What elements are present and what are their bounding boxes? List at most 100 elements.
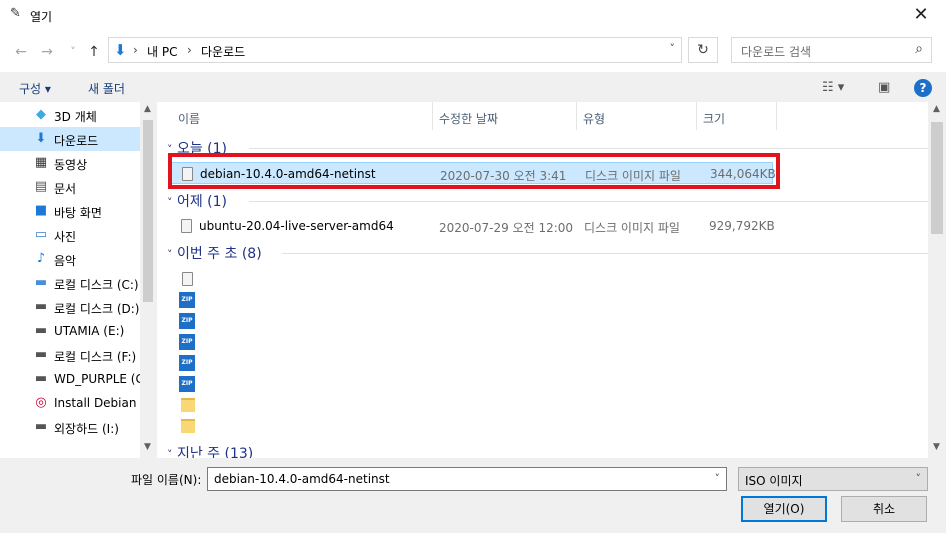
sidebar-item[interactable]: ▦ 동영상 xyxy=(0,151,140,175)
group-label: 이번 주 초 (8) xyxy=(176,246,262,262)
breadcrumb-separator[interactable]: › xyxy=(133,43,138,57)
column-header-date[interactable]: 수정한 날짜 xyxy=(439,110,498,127)
table-row[interactable]: ubuntu-20.04-live-server-amd64 2020-07-2… xyxy=(171,215,775,237)
preview-pane-icon[interactable]: ▣ xyxy=(878,80,890,95)
search-box[interactable]: 다운로드 검색 ⌕ xyxy=(731,37,932,63)
group-header-yesterday[interactable]: ˅ 어제 (1) xyxy=(167,191,227,211)
debian-icon: ◎ xyxy=(35,395,47,410)
column-header-type[interactable]: 유형 xyxy=(583,110,605,127)
command-bar xyxy=(0,72,946,102)
document-icon: ▤ xyxy=(34,179,48,194)
sidebar-item-label: 로컬 디스크 (D:) xyxy=(54,302,140,316)
sidebar-item[interactable]: ◆ 3D 개체 xyxy=(0,103,140,127)
sidebar-item[interactable]: ⬇ 다운로드 xyxy=(0,127,140,151)
sidebar-item-label: 바탕 화면 xyxy=(54,206,102,220)
new-folder-button[interactable]: 새 폴더 xyxy=(88,80,125,97)
group-divider xyxy=(282,253,928,254)
column-divider[interactable] xyxy=(576,102,577,130)
group-label: 지난 주 (13) xyxy=(176,446,254,458)
help-icon[interactable]: ? xyxy=(914,79,932,97)
address-dropdown-icon[interactable]: ˅ xyxy=(670,42,676,55)
sidebar-item[interactable]: ▭ 사진 xyxy=(0,223,140,247)
sidebar-item-label: 로컬 디스크 (F:) xyxy=(54,350,137,364)
download-folder-icon: ⬇ xyxy=(114,41,127,59)
film-icon: ▦ xyxy=(34,155,48,170)
sidebar-item[interactable]: ▬ 로컬 디스크 (D:) xyxy=(0,295,140,319)
pen-icon: ✎ xyxy=(10,6,21,21)
chevron-down-icon[interactable]: ˅ xyxy=(916,472,922,485)
picture-icon: ▭ xyxy=(34,227,48,242)
drive-icon: ▬ xyxy=(34,419,48,434)
refresh-button[interactable]: ↻ xyxy=(688,37,718,63)
filetype-value: ISO 이미지 xyxy=(745,474,803,488)
organize-button[interactable]: 구성 ▾ xyxy=(19,80,51,97)
breadcrumb-separator[interactable]: › xyxy=(187,43,192,57)
desktop-icon: ■ xyxy=(34,203,48,218)
close-button[interactable]: ✕ xyxy=(906,2,936,28)
group-label: 어제 (1) xyxy=(176,194,227,210)
navigation-pane[interactable]: ◆ 3D 개체 ⬇ 다운로드 ▦ 동영상 ▤ 문서 ■ 바탕 화면 ▭ 사진 ♪ 음악 ▬ 로컬 디스크 (C… xyxy=(0,102,156,458)
sidebar-item[interactable]: ▬ 로컬 디스크 (C:) xyxy=(0,271,140,295)
up-button[interactable]: ↑ xyxy=(83,42,105,62)
search-input[interactable]: 다운로드 검색 xyxy=(741,43,811,60)
recent-dropdown-icon[interactable]: ˅ xyxy=(62,42,84,62)
drive-icon: ▬ xyxy=(34,371,48,386)
back-button[interactable]: ← xyxy=(10,42,32,62)
breadcrumb-this-pc[interactable]: 내 PC xyxy=(147,43,177,60)
group-header-last-week[interactable]: ˅ 지난 주 (13) xyxy=(167,443,253,458)
filetype-select[interactable]: ISO 이미지 ˅ xyxy=(738,467,928,491)
sidebar-item[interactable]: ▬ 로컬 디스크 (F:) xyxy=(0,343,140,367)
nav-pane-scroll-thumb[interactable] xyxy=(143,120,153,302)
group-header-earlier-this-week[interactable]: ˅ 이번 주 초 (8) xyxy=(167,243,262,263)
sidebar-item-label: WD_PURPLE (G:) xyxy=(54,372,154,386)
sidebar-item[interactable]: ▬ UTAMIA (E:) xyxy=(0,319,140,343)
window-title: 열기 xyxy=(30,10,53,24)
sidebar-item-label: 다운로드 xyxy=(54,134,99,148)
address-bar[interactable]: ⬇ › 내 PC › 다운로드 ˅ xyxy=(108,37,682,63)
column-header-name[interactable]: 이름 xyxy=(178,110,200,127)
breadcrumb-downloads[interactable]: 다운로드 xyxy=(201,43,245,60)
chevron-down-icon: ˅ xyxy=(167,248,173,261)
scroll-up-arrow-icon[interactable]: ▲ xyxy=(144,104,151,114)
sidebar-item-label: 3D 개체 xyxy=(54,110,97,124)
scroll-up-arrow-icon[interactable]: ▲ xyxy=(933,104,940,114)
chevron-down-icon[interactable]: ˅ xyxy=(715,472,721,485)
zip-file-icon[interactable]: ZIP xyxy=(179,334,195,350)
folder-icon[interactable] xyxy=(181,419,195,433)
view-options-icon[interactable]: ☷ ▾ xyxy=(822,80,844,95)
filename-label: 파일 이름(N): xyxy=(131,473,202,487)
folder-icon[interactable] xyxy=(181,398,195,412)
column-divider[interactable] xyxy=(776,102,777,130)
column-divider[interactable] xyxy=(696,102,697,130)
filename-field[interactable]: debian-10.4.0-amd64-netinst ˅ xyxy=(207,467,727,491)
zip-file-icon[interactable]: ZIP xyxy=(179,313,195,329)
column-divider[interactable] xyxy=(432,102,433,130)
column-header-size[interactable]: 크기 xyxy=(703,110,725,127)
zip-file-icon[interactable]: ZIP xyxy=(179,355,195,371)
sidebar-item[interactable]: ▬ 외장하드 (I:) xyxy=(0,415,140,439)
sidebar-item[interactable]: ◎ Install Debian G xyxy=(0,391,149,415)
zip-file-icon[interactable]: ZIP xyxy=(179,292,195,308)
sidebar-item[interactable]: ▤ 문서 xyxy=(0,175,140,199)
forward-button[interactable]: → xyxy=(36,42,58,62)
sidebar-item[interactable]: ♪ 음악 xyxy=(0,247,140,271)
cancel-button[interactable]: 취소 xyxy=(841,496,927,522)
sidebar-item-label: Install Debian G xyxy=(54,396,150,410)
file-list-scroll-thumb[interactable] xyxy=(931,122,943,234)
file-name: ubuntu-20.04-live-server-amd64 xyxy=(199,219,394,233)
sidebar-item-label: UTAMIA (E:) xyxy=(54,324,125,338)
sidebar-item[interactable]: ■ 바탕 화면 xyxy=(0,199,140,223)
open-button[interactable]: 열기(O) xyxy=(741,496,827,522)
disc-image-file-icon[interactable] xyxy=(182,272,193,286)
music-icon: ♪ xyxy=(36,251,46,266)
title-bar xyxy=(0,0,946,32)
file-date: 2020-07-29 오전 12:00 xyxy=(439,221,574,235)
sidebar-item-label: 사진 xyxy=(54,230,77,244)
search-icon[interactable]: ⌕ xyxy=(915,41,923,57)
zip-file-icon[interactable]: ZIP xyxy=(179,376,195,392)
sidebar-item[interactable]: ▬ WD_PURPLE (G:) xyxy=(0,367,154,391)
filename-input[interactable]: debian-10.4.0-amd64-netinst xyxy=(214,472,390,486)
scroll-down-arrow-icon[interactable]: ▼ xyxy=(933,442,940,452)
scroll-down-arrow-icon[interactable]: ▼ xyxy=(144,442,151,452)
highlight-annotation xyxy=(168,153,780,189)
